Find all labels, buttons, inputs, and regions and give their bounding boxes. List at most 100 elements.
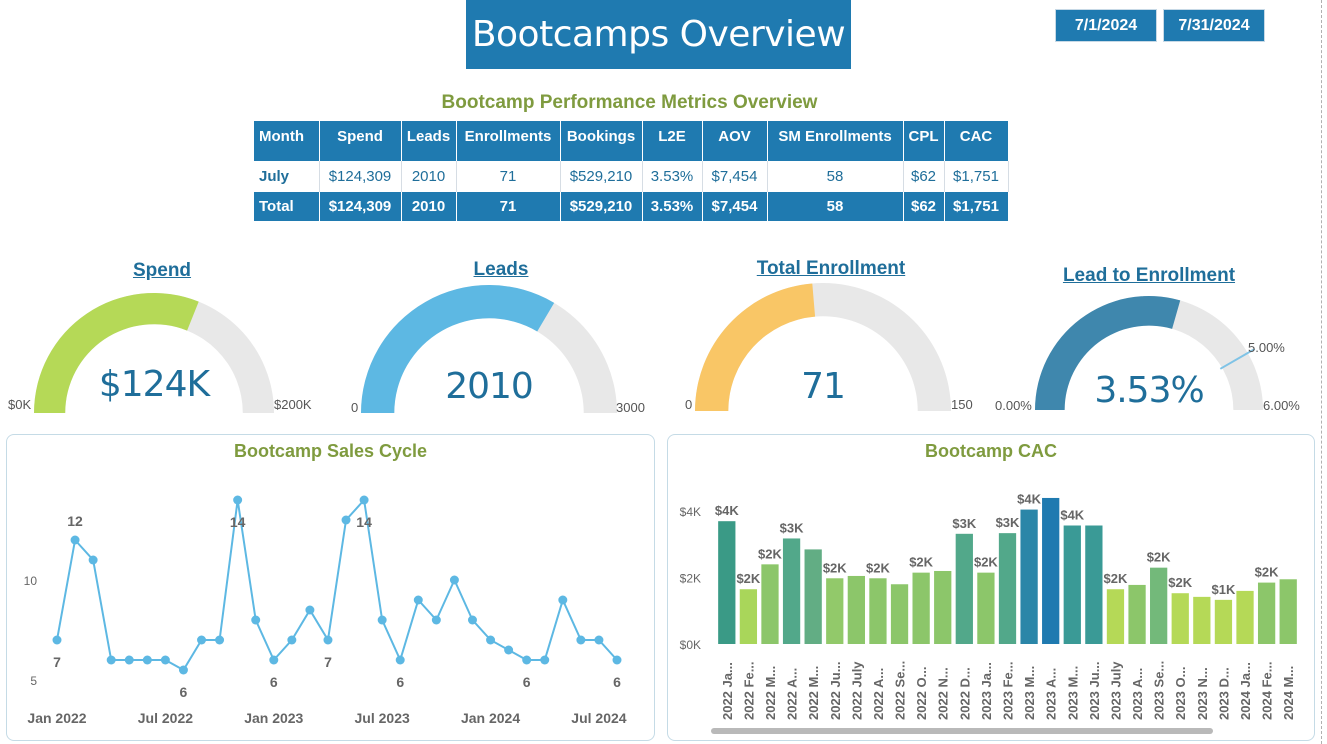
x-tick-label: 2023 Ju...	[1087, 661, 1102, 720]
data-point	[594, 635, 604, 645]
column-header[interactable]: AOV	[702, 121, 768, 161]
x-tick-label: 2022 O...	[914, 667, 929, 720]
data-label: 14	[230, 514, 246, 530]
x-tick-label: 2023 Se...	[1152, 661, 1167, 720]
table-row: July $124,309 2010 71 $529,210 3.53% $7,…	[254, 161, 1009, 192]
x-tick-label: Jul 2024	[571, 710, 626, 726]
end-date-field[interactable]: 7/31/2024	[1163, 9, 1265, 42]
column-header[interactable]: Month	[254, 121, 320, 161]
horizontal-scrollbar[interactable]	[711, 728, 1213, 734]
table-cell: 3.53%	[642, 192, 703, 221]
x-tick-label: 2024 Ja...	[1238, 662, 1253, 720]
bar	[1236, 590, 1254, 644]
data-point	[486, 635, 496, 645]
column-header[interactable]: Bookings	[560, 121, 643, 161]
bar	[998, 533, 1017, 644]
column-header[interactable]: SM Enrollments	[767, 121, 904, 161]
data-point	[160, 655, 170, 665]
x-tick-label: Jan 2022	[27, 710, 86, 726]
x-tick-label: 2023 July	[1108, 661, 1123, 720]
x-tick-label: 2024 Fe...	[1260, 661, 1275, 720]
table-cell: 58	[767, 192, 904, 221]
bar	[977, 572, 995, 644]
x-tick-label: 2022 A...	[785, 668, 800, 720]
page-border-right	[1321, 0, 1322, 744]
data-point	[142, 655, 152, 665]
bar	[782, 538, 801, 644]
bar	[934, 570, 952, 644]
l2e-gauge-value: 3.53%	[1094, 370, 1204, 411]
data-point	[305, 605, 315, 615]
column-header[interactable]: CAC	[944, 121, 1009, 161]
data-label: 12	[67, 513, 83, 529]
data-label: $2K	[866, 560, 890, 575]
cac-title: Bootcamp CAC	[924, 441, 1057, 461]
table-cell: $529,210	[560, 161, 643, 192]
data-label: 6	[396, 674, 404, 690]
start-date-field[interactable]: 7/1/2024	[1055, 9, 1157, 42]
y-tick-label: $0K	[680, 638, 701, 652]
bar	[1257, 582, 1276, 644]
data-point	[576, 635, 586, 645]
column-header[interactable]: Spend	[319, 121, 402, 161]
data-point	[251, 615, 261, 625]
bar	[1193, 596, 1211, 644]
bar	[1214, 599, 1233, 644]
metrics-table: Month Spend Leads Enrollments Bookings L…	[254, 121, 1009, 221]
table-cell: July	[254, 161, 320, 192]
metrics-table-title: Bootcamp Performance Metrics Overview	[441, 92, 818, 113]
data-label: $2K	[1255, 565, 1279, 580]
data-label: $3K	[780, 520, 804, 535]
data-label: 7	[324, 654, 332, 670]
cac-chart: $0K $2K $4K $4K 2022 Ja... $2K 2022 Fe... $2K 20…	[680, 492, 1297, 734]
x-tick-label: 2023 M...	[1022, 666, 1037, 720]
x-tick-label: Jan 2023	[244, 710, 303, 726]
y-tick-label: 5	[30, 674, 37, 688]
l2e-gauge-target-label: 5.00%	[1248, 340, 1285, 355]
sales-cycle-title: Bootcamp Sales Cycle	[233, 441, 428, 461]
column-header[interactable]: Leads	[401, 121, 457, 161]
data-label: 7	[53, 654, 61, 670]
data-point	[106, 655, 116, 665]
x-tick-label: 2022 July	[849, 661, 864, 720]
leads-gauge-title[interactable]: Leads	[389, 259, 613, 281]
bar	[1171, 593, 1189, 644]
enrollment-gauge-title[interactable]: Total Enrollment	[721, 258, 941, 280]
table-cell: $124,309	[319, 192, 402, 221]
enrollment-gauge-value: 71	[801, 366, 846, 407]
column-header[interactable]: Enrollments	[456, 121, 561, 161]
data-label: 6	[180, 684, 188, 700]
data-label: $3K	[996, 515, 1020, 530]
data-label: 6	[523, 674, 531, 690]
data-label: $2K	[974, 555, 998, 570]
x-tick-label: 2023 O...	[1173, 667, 1188, 720]
data-label: $2K	[1168, 575, 1192, 590]
l2e-gauge-title[interactable]: Lead to Enrollment	[1029, 265, 1269, 287]
table-cell: 3.53%	[642, 161, 703, 192]
table-cell: 2010	[401, 161, 457, 192]
bar	[826, 578, 844, 644]
x-tick-label: 2022 M...	[763, 666, 778, 720]
spend-gauge-title[interactable]: Spend	[62, 260, 262, 282]
table-cell: $7,454	[702, 192, 768, 221]
x-tick-label: 2022 Ja...	[720, 662, 735, 720]
x-tick-label: 2022 N...	[936, 667, 951, 720]
data-label: $4K	[715, 503, 739, 518]
bar	[1106, 589, 1125, 644]
table-cell: $1,751	[944, 192, 1009, 221]
y-tick-label: $2K	[680, 572, 701, 586]
table-cell: $7,454	[702, 161, 768, 192]
bar	[890, 584, 909, 644]
table-header-row: Month Spend Leads Enrollments Bookings L…	[254, 121, 1009, 161]
data-label: $1K	[1211, 582, 1235, 597]
table-cell: $1,751	[944, 161, 1009, 192]
x-tick-label: 2023 N...	[1195, 667, 1210, 720]
data-point	[233, 495, 243, 505]
column-header[interactable]: L2E	[642, 121, 703, 161]
data-label: $2K	[909, 555, 933, 570]
data-point	[612, 655, 622, 665]
data-point	[70, 535, 80, 545]
table-cell: $124,309	[319, 161, 402, 192]
leads-gauge-min: 0	[351, 400, 359, 415]
column-header[interactable]: CPL	[903, 121, 945, 161]
